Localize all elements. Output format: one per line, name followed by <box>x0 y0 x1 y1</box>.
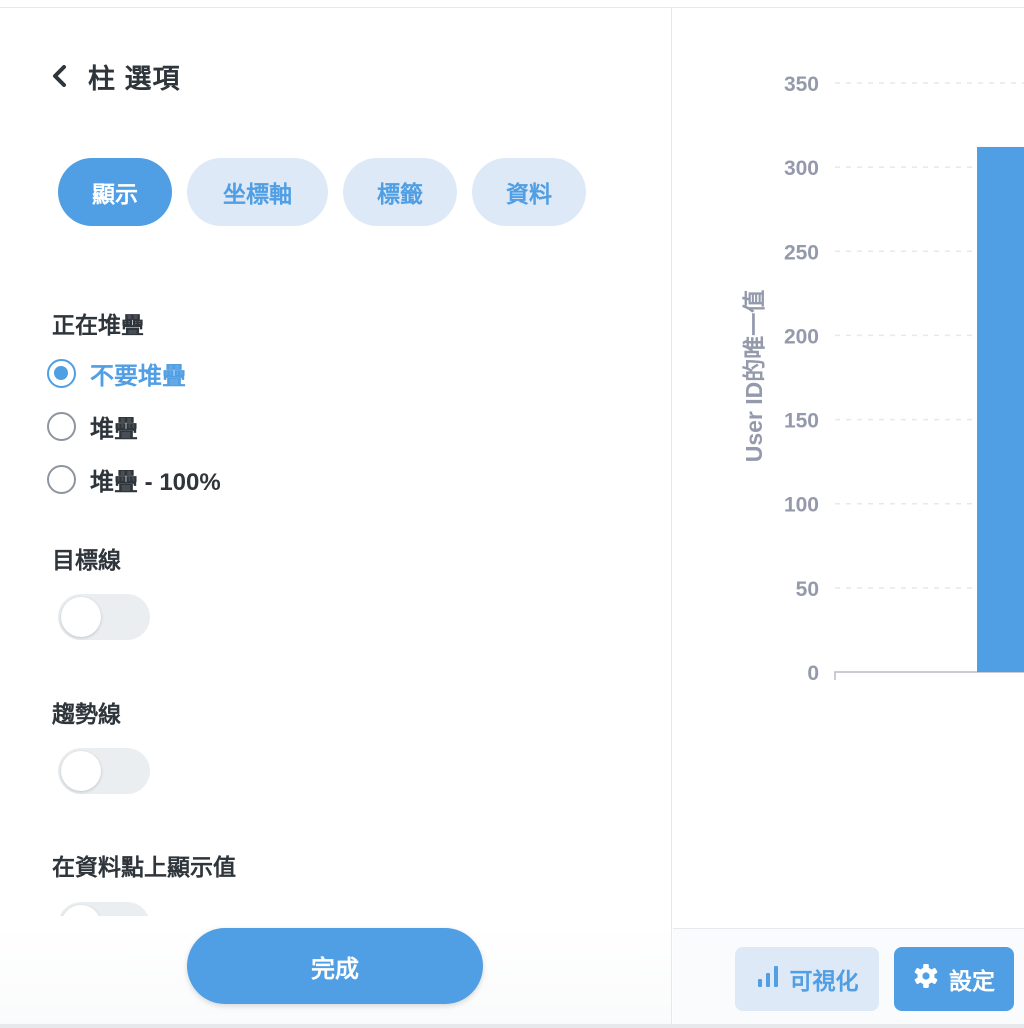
radio-button[interactable] <box>47 464 76 494</box>
trend-line-label: 趨勢線 <box>52 701 121 727</box>
tab-labels[interactable]: 標籤 <box>343 158 457 226</box>
bottom-toolbar: 可視化 設定 <box>673 928 1024 1028</box>
bar-chart-icon <box>756 964 780 994</box>
settings-label: 設定 <box>949 968 995 994</box>
radio-label: 堆疊 - 100% <box>90 468 221 496</box>
y-tick-label: 100 <box>784 494 819 517</box>
visualization-label: 可視化 <box>789 968 859 994</box>
radio-button[interactable] <box>47 411 76 441</box>
chart-panel: 0 50 100 150 200 250 300 350 User ID的唯一值 <box>673 8 1024 1028</box>
y-tick-label: 0 <box>807 662 819 685</box>
toggle-knob <box>61 597 101 637</box>
y-tick-label: 350 <box>784 73 819 96</box>
tab-data[interactable]: 資料 <box>472 158 586 226</box>
goal-line-toggle[interactable] <box>58 594 150 640</box>
settings-button[interactable]: 設定 <box>894 947 1014 1011</box>
bar[interactable] <box>977 146 1024 672</box>
x-axis-line <box>834 671 1024 680</box>
goal-line-label: 目標線 <box>52 547 121 573</box>
y-tick-label: 200 <box>784 325 819 348</box>
settings-tabs: 顯示 坐標軸 標籤 資料 <box>58 158 586 226</box>
radio-option-stack[interactable]: 堆疊 <box>47 410 138 443</box>
toggle-knob <box>61 751 101 791</box>
settings-panel: 柱 選項 顯示 坐標軸 標籤 資料 正在堆疊 不要堆疊 堆疊 堆疊 - 100%… <box>0 8 672 1028</box>
trend-line-toggle[interactable] <box>58 748 150 794</box>
y-axis-label: User ID的唯一值 <box>741 290 767 463</box>
y-tick-label: 150 <box>784 410 819 433</box>
visualization-button[interactable]: 可視化 <box>735 947 879 1011</box>
radio-option-stack-100[interactable]: 堆疊 - 100% <box>47 463 221 496</box>
y-tick-label: 250 <box>784 241 819 264</box>
bottom-divider <box>0 1024 1024 1028</box>
show-values-label: 在資料點上顯示值 <box>52 854 236 880</box>
settings-header: 柱 選項 <box>48 58 181 94</box>
bar-chart: 0 50 100 150 200 250 300 350 User ID的唯一值 <box>741 73 1024 685</box>
chevron-left-icon[interactable] <box>48 65 70 87</box>
y-tick-label: 300 <box>784 157 819 180</box>
done-button[interactable]: 完成 <box>187 928 483 1004</box>
stacking-label: 正在堆疊 <box>52 312 144 338</box>
tab-axes[interactable]: 坐標軸 <box>187 158 328 226</box>
tab-display[interactable]: 顯示 <box>58 158 172 226</box>
gear-icon <box>913 963 939 995</box>
settings-title: 柱 選項 <box>88 63 181 94</box>
radio-option-no-stack[interactable]: 不要堆疊 <box>47 357 186 390</box>
y-tick-label: 50 <box>796 578 819 601</box>
radio-label: 不要堆疊 <box>90 362 186 390</box>
radio-label: 堆疊 <box>90 415 138 443</box>
radio-button-checked[interactable] <box>47 358 76 388</box>
